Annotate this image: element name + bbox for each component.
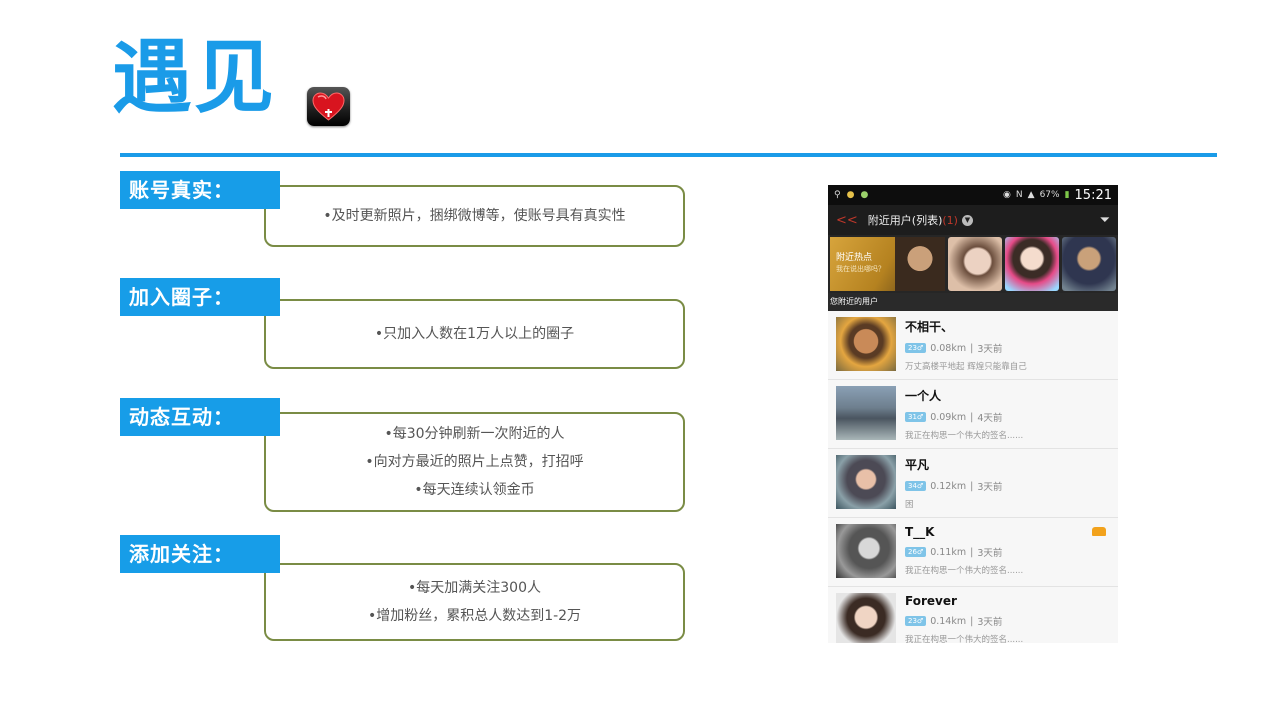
section-line: •每30分钟刷新一次附近的人	[384, 426, 565, 442]
section-line: •向对方最近的照片上点赞，打招呼	[365, 454, 584, 470]
vip-crown-icon	[1092, 527, 1106, 536]
phone-screenshot: ⚲ ● ● ◉ N ▲ 67% ▮ 15:21 << 附近用户(列表) (1) …	[828, 185, 1118, 643]
user-signature: 万丈高楼平地起 辉煌只能靠自己	[905, 362, 1027, 372]
user-row[interactable]: 平凡 34♂ 0.12km | 3天前 困	[828, 449, 1118, 518]
section-box-follow: •每天加满关注300人 •增加粉丝，累积总人数达到1-2万	[264, 563, 685, 641]
user-signature: 我正在构思一个伟大的签名......	[905, 566, 1024, 576]
section-label-join-circle: 加入圈子：	[120, 278, 280, 316]
age-badge: 23♂	[905, 616, 927, 626]
signal-icon: ▲	[1027, 190, 1035, 200]
user-distance: 0.11km	[930, 546, 967, 558]
user-distance: 0.08km	[930, 342, 967, 354]
nfc-icon: N	[1015, 190, 1023, 200]
section-box-interaction: •每30分钟刷新一次附近的人 •向对方最近的照片上点赞，打招呼 •每天连续认领金…	[264, 412, 685, 512]
section-line: •及时更新照片，捆绑微博等，使账号具有真实性	[323, 208, 626, 224]
avatar[interactable]	[836, 386, 896, 440]
age-badge: 31♂	[905, 412, 927, 422]
section-box-real-account: •及时更新照片，捆绑微博等，使账号具有真实性	[264, 185, 685, 247]
user-last-seen: 3天前	[977, 617, 1003, 628]
nav-title[interactable]: 附近用户(列表)	[868, 212, 943, 228]
hotspot-photo	[895, 237, 945, 291]
battery-level: 67%	[1039, 190, 1060, 200]
title-divider	[120, 153, 1217, 157]
usb-icon: ⚲	[834, 190, 841, 200]
user-row[interactable]: 一个人 31♂ 0.09km | 4天前 我正在构思一个伟大的签名......	[828, 380, 1118, 449]
nav-count: (1)	[942, 213, 958, 227]
section-box-join-circle: •只加入人数在1万人以上的圈子	[264, 299, 685, 369]
user-name: 平凡	[905, 458, 930, 472]
nearby-photo[interactable]	[1062, 237, 1116, 291]
user-signature: 我正在构思一个伟大的签名......	[905, 635, 1024, 643]
user-signature: 困	[905, 500, 914, 510]
user-distance: 0.14km	[930, 615, 967, 627]
user-last-seen: 3天前	[977, 548, 1003, 559]
age-badge: 26♂	[905, 547, 927, 557]
age-badge: 34♂	[905, 481, 927, 491]
avatar[interactable]	[836, 317, 896, 371]
back-icon[interactable]: <<	[836, 213, 858, 228]
game-icon: ●	[846, 190, 855, 200]
user-distance: 0.12km	[930, 480, 967, 492]
nearby-photo[interactable]	[948, 237, 1002, 291]
status-bar: ⚲ ● ● ◉ N ▲ 67% ▮ 15:21	[828, 185, 1118, 205]
hotspot-card[interactable]: 附近热点 我在说出哪吗？	[830, 237, 945, 291]
app-heart-icon	[307, 87, 350, 126]
user-row[interactable]: T__K 26♂ 0.11km | 3天前 我正在构思一个伟大的签名......	[828, 518, 1118, 587]
avatar[interactable]	[836, 524, 896, 578]
user-name: Forever	[905, 594, 957, 608]
nearby-users-header: 您附近的用户	[828, 293, 1118, 311]
age-badge: 23♂	[905, 343, 927, 353]
user-row[interactable]: 不相干、 23♂ 0.08km | 3天前 万丈高楼平地起 辉煌只能靠自己	[828, 311, 1118, 380]
avatar[interactable]	[836, 593, 896, 643]
section-line: •只加入人数在1万人以上的圈子	[374, 326, 575, 342]
section-label-interaction: 动态互动：	[120, 398, 280, 436]
user-last-seen: 3天前	[977, 482, 1003, 493]
user-row[interactable]: Forever 23♂ 0.14km | 3天前 我正在构思一个伟大的签名......	[828, 587, 1118, 643]
chevron-down-icon[interactable]: ▼	[961, 214, 973, 226]
section-label-follow: 添加关注：	[120, 535, 280, 573]
nav-bar: << 附近用户(列表) (1) ▼ ⏷	[828, 205, 1118, 235]
avatar[interactable]	[836, 455, 896, 509]
section-label-real-account: 账号真实：	[120, 171, 280, 209]
user-last-seen: 4天前	[977, 413, 1003, 424]
filter-icon[interactable]: ⏷	[1100, 213, 1110, 228]
eye-icon: ◉	[1003, 190, 1011, 200]
user-distance: 0.09km	[930, 411, 967, 423]
nearby-photo[interactable]	[1005, 237, 1059, 291]
section-line: •增加粉丝，累积总人数达到1-2万	[367, 608, 582, 624]
page-title: 遇见	[112, 31, 276, 124]
wechat-icon: ●	[860, 190, 869, 200]
section-line: •每天加满关注300人	[408, 580, 541, 596]
user-last-seen: 3天前	[977, 344, 1003, 355]
user-signature: 我正在构思一个伟大的签名......	[905, 431, 1024, 441]
battery-icon: ▮	[1064, 190, 1070, 200]
user-name: T__K	[905, 525, 935, 539]
section-line: •每天连续认领金币	[414, 482, 535, 498]
status-time: 15:21	[1074, 187, 1112, 203]
user-name: 一个人	[905, 389, 942, 403]
user-name: 不相干、	[905, 320, 954, 334]
hotspot-banner[interactable]: 附近热点 我在说出哪吗？	[828, 235, 1118, 293]
